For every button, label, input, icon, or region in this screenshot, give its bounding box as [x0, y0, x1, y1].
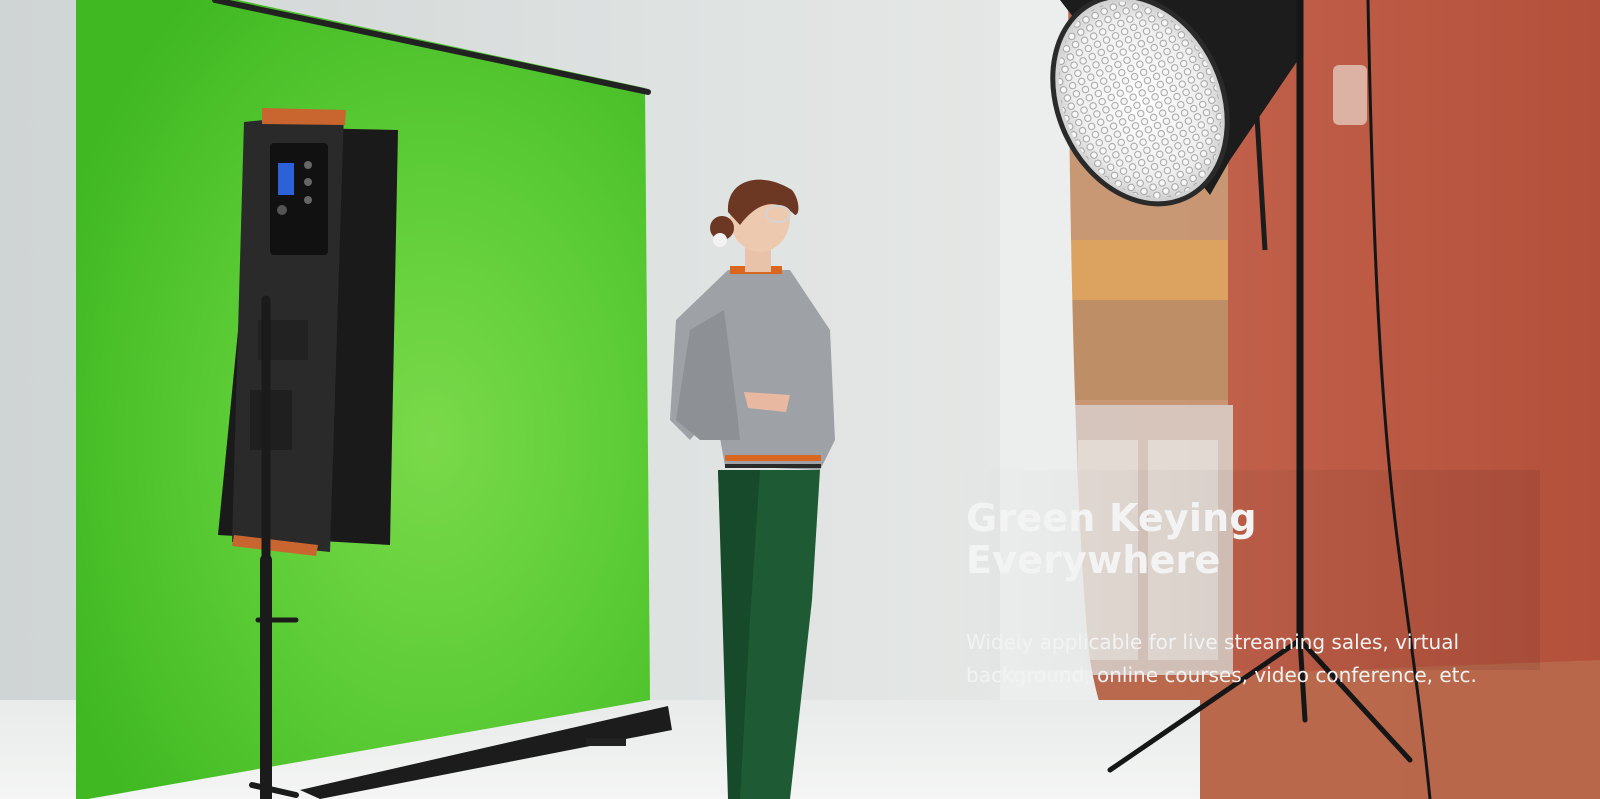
led-panel-light [218, 108, 398, 556]
hero-description: Widely applicable for live streaming sal… [966, 629, 1477, 687]
hero-banner: Green Keying Everywhere Widely applicabl… [0, 0, 1600, 799]
hero-heading: Green Keying Everywhere [966, 496, 1257, 582]
hero-copy: Green Keying Everywhere Widely applicabl… [966, 496, 1506, 692]
